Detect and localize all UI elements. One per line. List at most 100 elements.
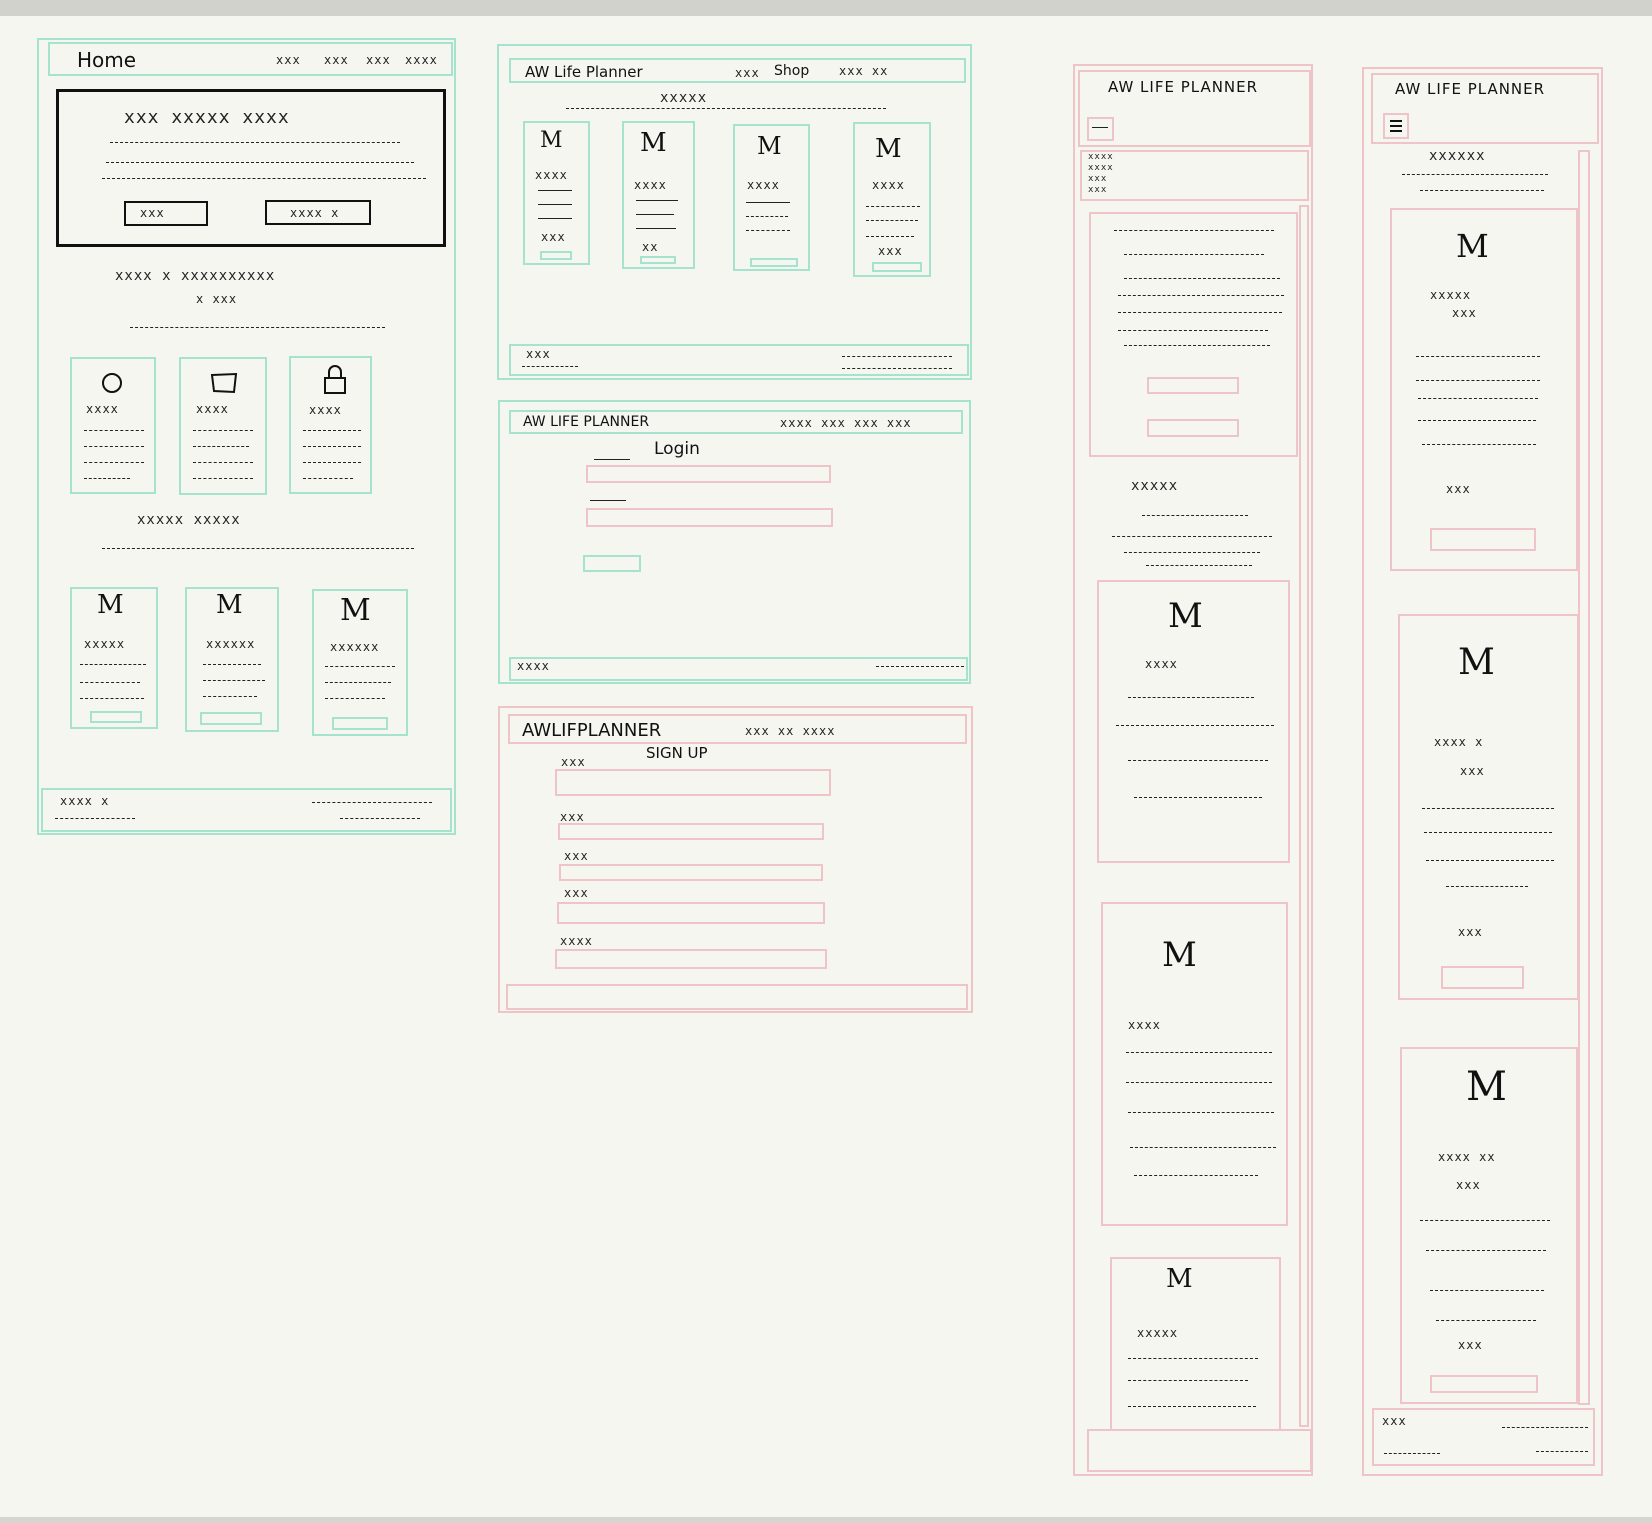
signup-title: SIGN UP bbox=[646, 744, 708, 762]
image-placeholder-icon: M bbox=[757, 132, 782, 160]
mobile-product-card bbox=[1110, 1257, 1281, 1431]
menu-icon bbox=[1092, 127, 1108, 128]
login-wireframe bbox=[498, 400, 971, 684]
signup-input[interactable] bbox=[558, 823, 824, 840]
shop-product-text-line bbox=[866, 220, 918, 221]
signup-field-label: xxx bbox=[561, 755, 586, 769]
product-button[interactable] bbox=[332, 717, 388, 730]
shop-add-button[interactable] bbox=[540, 251, 572, 260]
login-submit-button[interactable] bbox=[583, 555, 641, 572]
mobile-product-title: xxxx xx bbox=[1438, 1150, 1496, 1164]
mobile-product-title: xxxx x bbox=[1434, 735, 1484, 749]
mobile-dropdown-menu bbox=[1080, 150, 1309, 201]
shop-product-text-line bbox=[746, 216, 788, 217]
mobile-text-line bbox=[1418, 398, 1538, 399]
shop-nav-link[interactable]: xxx xx bbox=[839, 64, 888, 78]
shop-brand[interactable]: AW Life Planner bbox=[525, 63, 643, 81]
mobile-text-line bbox=[1118, 295, 1284, 296]
mobile-hero-button[interactable] bbox=[1147, 377, 1239, 394]
mobile-product-sub: xxx bbox=[1452, 306, 1477, 320]
product-text-line bbox=[80, 664, 146, 665]
mobile-text-line bbox=[1436, 1320, 1536, 1321]
feature-text-line bbox=[193, 430, 253, 431]
section-heading: xxxxx xxxxx bbox=[137, 512, 241, 528]
shop-product-text-line bbox=[746, 230, 790, 231]
shop-nav-active[interactable]: Shop bbox=[774, 63, 809, 79]
product-button[interactable] bbox=[90, 711, 142, 723]
mobile-product-button[interactable] bbox=[1441, 966, 1524, 989]
mobile-footer bbox=[1087, 1429, 1312, 1472]
signup-input[interactable] bbox=[559, 864, 823, 881]
mobile-section-heading: xxxxx bbox=[1131, 478, 1179, 494]
shop-footer-text: xxx bbox=[526, 347, 551, 361]
mobile-brand[interactable]: AW LIFE PLANNER bbox=[1108, 78, 1258, 96]
section-text-line bbox=[102, 548, 414, 549]
mobile-scrollbar[interactable] bbox=[1299, 205, 1309, 1427]
shop-product-title: xxxx bbox=[872, 178, 905, 192]
mobile-scrollbar[interactable] bbox=[1578, 150, 1590, 1405]
shop-add-button[interactable] bbox=[872, 262, 922, 272]
section-subheading: x xxx bbox=[196, 292, 238, 306]
mobile-product-title: xxxxx bbox=[1430, 288, 1472, 302]
mobile-text-line bbox=[1426, 860, 1554, 861]
mobile-text-line bbox=[1126, 1052, 1272, 1053]
shop-add-button[interactable] bbox=[750, 258, 798, 267]
mobile-product-title: xxxx bbox=[1128, 1018, 1161, 1032]
mobile-brand[interactable]: AW LIFE PLANNER bbox=[1395, 80, 1545, 98]
login-nav-links[interactable]: xxxx xxx xxx xxx bbox=[780, 416, 912, 430]
signup-input[interactable] bbox=[555, 769, 831, 796]
home-nav-link[interactable]: xxx bbox=[276, 53, 301, 67]
shop-product-title: xxxx bbox=[747, 178, 780, 192]
hamburger-menu-button[interactable] bbox=[1087, 117, 1114, 141]
mobile-hero-button[interactable] bbox=[1147, 419, 1239, 437]
image-placeholder-icon: M bbox=[1166, 1264, 1193, 1294]
product-button[interactable] bbox=[200, 712, 262, 725]
login-username-input[interactable] bbox=[586, 465, 831, 483]
login-field-label bbox=[590, 500, 626, 501]
image-placeholder-icon: M bbox=[1458, 642, 1495, 683]
mobile-product-sub: xxx bbox=[1460, 764, 1485, 778]
feature-text-line bbox=[303, 430, 361, 431]
footer-text-line bbox=[312, 802, 432, 803]
mobile-product-button[interactable] bbox=[1430, 528, 1536, 551]
menu-item[interactable]: xxx bbox=[1088, 174, 1107, 184]
home-nav-link[interactable]: xxx bbox=[366, 53, 391, 67]
signup-field-label: xxx bbox=[564, 886, 589, 900]
signup-nav-links[interactable]: xxx xx xxxx bbox=[745, 724, 835, 738]
signup-input[interactable] bbox=[555, 949, 827, 969]
mobile-text-line bbox=[1124, 552, 1260, 553]
home-nav-title[interactable]: Home bbox=[77, 48, 136, 72]
mobile-text-line bbox=[1128, 1112, 1274, 1113]
menu-item[interactable]: xxxx bbox=[1088, 163, 1114, 173]
hamburger-menu-icon[interactable] bbox=[1383, 113, 1409, 139]
home-nav-link[interactable]: xxx bbox=[324, 53, 349, 67]
login-brand[interactable]: AW LIFE PLANNER bbox=[523, 414, 649, 430]
mobile-text-line bbox=[1124, 345, 1270, 346]
login-password-input[interactable] bbox=[586, 508, 833, 527]
mobile-product-price: xxx bbox=[1446, 482, 1471, 496]
mobile-product-price: xxx bbox=[1458, 925, 1483, 939]
mobile-text-line bbox=[1124, 254, 1264, 255]
home-nav-link[interactable]: xxxx bbox=[405, 53, 438, 67]
signup-field-label: xxx bbox=[564, 849, 589, 863]
shop-product-text-line bbox=[538, 190, 572, 191]
shop-product-text-line bbox=[636, 228, 676, 229]
signup-input[interactable] bbox=[557, 902, 825, 924]
feature-text-line bbox=[303, 446, 361, 447]
hero-button-primary[interactable] bbox=[124, 201, 208, 226]
mobile-product-button[interactable] bbox=[1430, 1375, 1538, 1393]
image-placeholder-icon: M bbox=[540, 128, 563, 153]
shop-product-text-line bbox=[636, 200, 678, 201]
shop-subheading-line bbox=[566, 108, 886, 109]
mobile-product-price: xxx bbox=[1458, 1338, 1483, 1352]
menu-item[interactable]: xxxx bbox=[1088, 152, 1114, 162]
shop-nav-link[interactable]: xxx bbox=[735, 66, 760, 80]
mobile-text-line bbox=[1128, 1406, 1256, 1407]
canvas-bottom-bar bbox=[0, 1517, 1652, 1523]
feature-text-line bbox=[84, 462, 144, 463]
menu-item[interactable]: xxx bbox=[1088, 185, 1107, 195]
feature-text-line bbox=[303, 478, 353, 479]
signup-brand[interactable]: AWLIFPLANNER bbox=[522, 720, 661, 741]
shop-add-button[interactable] bbox=[640, 256, 676, 264]
mobile-text-line bbox=[1416, 380, 1540, 381]
